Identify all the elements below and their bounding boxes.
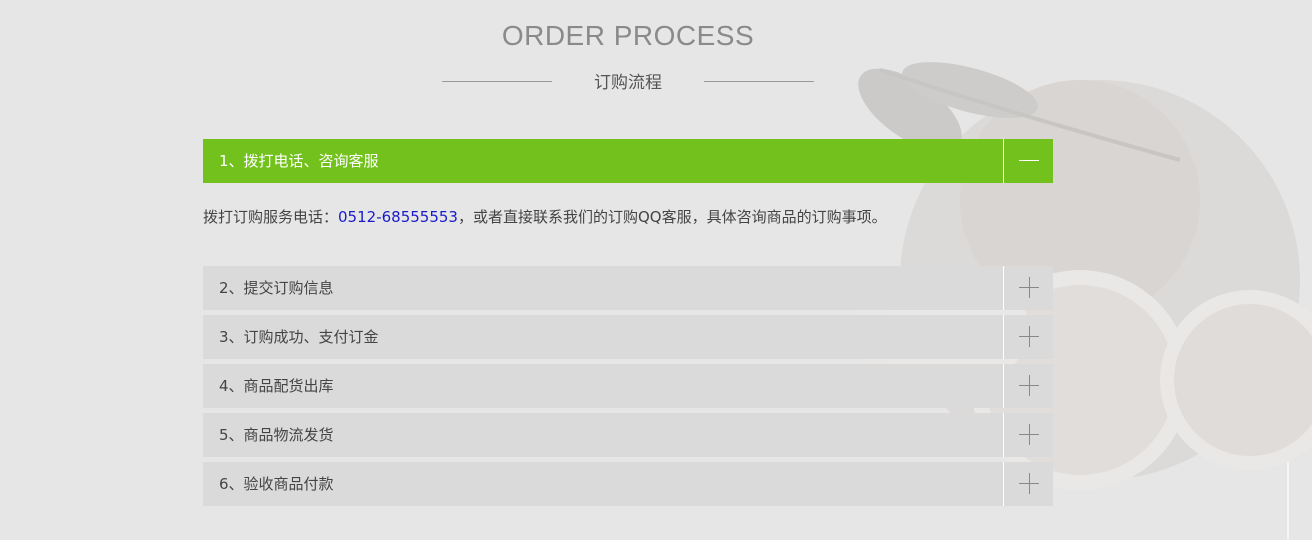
plus-icon[interactable] <box>1003 266 1053 310</box>
accordion-item-6-header[interactable]: 6、验收商品付款 <box>203 462 1053 506</box>
body-text-prefix: 拨打订购服务电话： <box>203 208 339 226</box>
plus-icon[interactable] <box>1003 413 1053 457</box>
plus-icon[interactable] <box>1003 315 1053 359</box>
minus-icon-bar <box>1019 160 1039 161</box>
accordion-item-label: 2、提交订购信息 <box>219 279 334 297</box>
body-text-suffix: ，或者直接联系我们的订购QQ客服，具体咨询商品的订购事项。 <box>457 208 887 226</box>
accordion-item-4-header[interactable]: 4、商品配货出库 <box>203 364 1053 408</box>
page-title-english: ORDER PROCESS <box>501 20 755 51</box>
accordion-item-1-body: 拨打订购服务电话：0512-68555553，或者直接联系我们的订购QQ客服，具… <box>203 183 1053 266</box>
plus-icon[interactable] <box>1003 462 1053 506</box>
plus-icon-bar-vertical <box>1029 424 1030 445</box>
accordion-item-3-header[interactable]: 3、订购成功、支付订金 <box>203 315 1053 359</box>
accordion-item-2-header[interactable]: 2、提交订购信息 <box>203 266 1053 310</box>
phone-number[interactable]: 0512-68555553 <box>338 208 458 226</box>
page-subtitle: 订购流程 <box>442 68 814 94</box>
plus-icon-bar-vertical <box>1029 277 1030 298</box>
accordion-item-label: 5、商品物流发货 <box>219 426 334 444</box>
subtitle-right-divider <box>704 81 814 82</box>
plus-icon-bar-vertical <box>1029 326 1030 347</box>
order-process-accordion: 1、拨打电话、咨询客服 拨打订购服务电话：0512-68555553，或者直接联… <box>203 139 1053 511</box>
accordion-item-label: 3、订购成功、支付订金 <box>219 328 379 346</box>
accordion-item-1-header[interactable]: 1、拨打电话、咨询客服 <box>203 139 1053 183</box>
accordion-item-label: 6、验收商品付款 <box>219 475 334 493</box>
accordion-item-5-header[interactable]: 5、商品物流发货 <box>203 413 1053 457</box>
plus-icon[interactable] <box>1003 364 1053 408</box>
minus-icon[interactable] <box>1003 139 1053 183</box>
accordion-item-1-text: 拨打订购服务电话：0512-68555553，或者直接联系我们的订购QQ客服，具… <box>203 206 887 227</box>
accordion-item-label: 4、商品配货出库 <box>219 377 334 395</box>
plus-icon-bar-vertical <box>1029 473 1030 494</box>
edge-divider <box>1287 462 1289 540</box>
plus-icon-bar-vertical <box>1029 375 1030 396</box>
accordion-item-label: 1、拨打电话、咨询客服 <box>219 152 379 170</box>
